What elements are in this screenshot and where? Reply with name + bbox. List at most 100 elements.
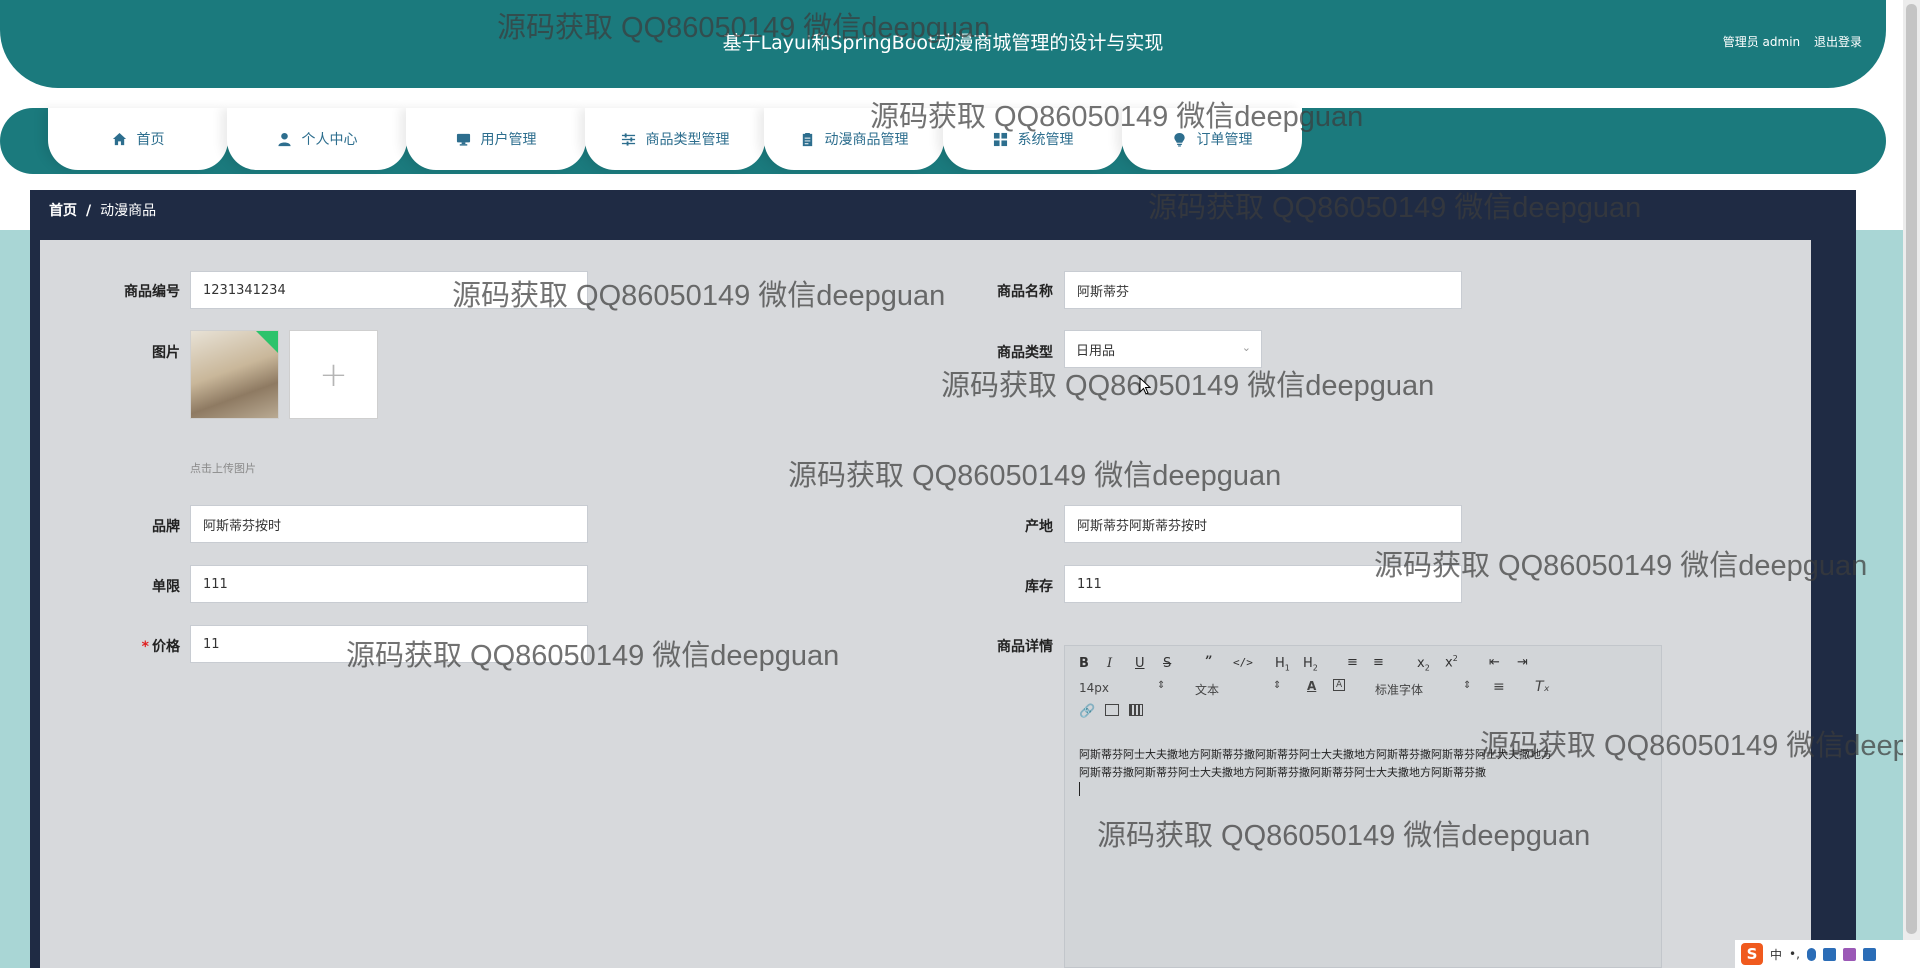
app-title: 基于Layui和SpringBoot动漫商城管理的设计与实现	[722, 32, 1164, 54]
upload-hint: 点击上传图片	[190, 462, 256, 475]
user-area: 管理员 admin 退出登录	[1713, 33, 1862, 50]
nav-item-category[interactable]: 商品类型管理	[585, 108, 765, 170]
skin-icon[interactable]	[1842, 947, 1856, 961]
nav-item-label: 首页	[136, 132, 165, 148]
font-family-select[interactable]: 标准字体	[1375, 681, 1423, 698]
bold-icon[interactable]: B	[1079, 656, 1089, 671]
limit-label: 单限	[152, 579, 180, 595]
origin-input[interactable]: 阿斯蒂芬阿斯蒂芬按时	[1064, 505, 1462, 543]
lightbulb-icon	[1173, 132, 1185, 147]
brand-input[interactable]: 阿斯蒂芬按时	[190, 505, 588, 543]
editor-line: 阿斯蒂芬撒阿斯蒂芬阿士大夫撒地方阿斯蒂芬撒阿斯蒂芬阿士大夫撒地方阿斯蒂芬撒	[1079, 766, 1486, 779]
stock-input[interactable]: 111	[1064, 565, 1462, 603]
grid-icon	[993, 132, 1007, 146]
monitor-icon	[456, 133, 470, 146]
price-label: 价格	[152, 639, 180, 655]
chevron-down-icon: ⌄	[1241, 341, 1251, 354]
ime-toolbar: S 中 •,	[1735, 940, 1920, 968]
align-icon[interactable]: ≡	[1493, 679, 1505, 695]
origin-label: 产地	[1025, 519, 1053, 535]
superscript-icon[interactable]: x2	[1445, 654, 1458, 670]
nav-item-home[interactable]: 首页	[48, 108, 228, 170]
indent-icon[interactable]: ⇥	[1517, 655, 1528, 670]
price-input[interactable]: 11	[190, 625, 588, 663]
ime-punct[interactable]: •,	[1789, 947, 1800, 961]
underline-icon[interactable]: U	[1135, 656, 1145, 671]
editor-line: 阿斯蒂芬阿士大夫撒地方阿斯蒂芬撒阿斯蒂芬阿士大夫撒地方阿斯蒂芬撒阿斯蒂芬阿士大夫…	[1079, 748, 1552, 761]
stock-label: 库存	[1025, 579, 1053, 595]
breadcrumb-home[interactable]: 首页	[49, 203, 77, 219]
nav-item-label: 订单管理	[1196, 132, 1253, 148]
sogou-logo-icon[interactable]: S	[1741, 943, 1763, 965]
clipboard-icon	[802, 132, 812, 146]
name-input[interactable]: 阿斯蒂芬	[1064, 271, 1462, 309]
top-header: 基于Layui和SpringBoot动漫商城管理的设计与实现 管理员 admin…	[0, 0, 1886, 88]
code-block-icon[interactable]: </>	[1233, 656, 1253, 669]
code-label: 商品编号	[124, 284, 180, 300]
nav-item-label: 系统管理	[1017, 132, 1074, 148]
required-mark: *	[141, 639, 149, 655]
type-select[interactable]: 日用品 ⌄	[1064, 330, 1262, 368]
highlight-color-icon[interactable]: A	[1333, 679, 1346, 691]
detail-label: 商品详情	[997, 639, 1053, 655]
home-icon	[112, 132, 126, 145]
nav-items: 首页 个人中心 用户管理 商品类型管理 动漫商品管理 系统管理 订单管理	[48, 108, 1302, 170]
nav-item-system[interactable]: 系统管理	[943, 108, 1123, 170]
editor-content[interactable]: 阿斯蒂芬阿士大夫撒地方阿斯蒂芬撒阿斯蒂芬阿士大夫撒地方阿斯蒂芬撒阿斯蒂芬阿士大夫…	[1079, 746, 1659, 802]
keyboard-icon[interactable]	[1822, 947, 1836, 961]
outdent-icon[interactable]: ⇤	[1489, 655, 1500, 670]
logout-link[interactable]: 退出登录	[1814, 35, 1862, 49]
code-input[interactable]: 1231341234	[190, 271, 588, 309]
rich-text-editor[interactable]: B I U S ” </> H1 H2 ≡ ≡ x2 x2 ⇤ ⇥ 14px ⇕…	[1064, 645, 1662, 968]
video-icon[interactable]	[1129, 704, 1143, 716]
toolbox-icon[interactable]	[1862, 947, 1876, 961]
image-icon[interactable]	[1105, 704, 1119, 716]
scroll-thumb[interactable]	[1906, 4, 1917, 934]
nav-item-label: 动漫商品管理	[824, 132, 909, 148]
updown-icon: ⇕	[1273, 680, 1282, 691]
nav-item-orders[interactable]: 订单管理	[1122, 108, 1302, 170]
breadcrumb-current: 动漫商品	[100, 203, 157, 219]
heading1-icon[interactable]: H1	[1275, 656, 1290, 673]
nav-item-label: 商品类型管理	[645, 132, 730, 148]
clear-format-icon[interactable]: Tₓ	[1535, 679, 1550, 695]
sliders-icon	[621, 132, 635, 146]
vertical-scrollbar[interactable]	[1903, 0, 1920, 968]
delete-corner-icon[interactable]	[256, 331, 278, 353]
user-label: 管理员 admin	[1722, 35, 1801, 49]
ordered-list-icon[interactable]: ≡	[1347, 655, 1358, 670]
nav-item-profile[interactable]: 个人中心	[227, 108, 407, 170]
type-select-value: 日用品	[1076, 343, 1116, 359]
blockquote-icon[interactable]: ”	[1205, 654, 1212, 669]
text-type-select[interactable]: 文本	[1195, 681, 1219, 698]
updown-icon: ⇕	[1157, 680, 1166, 691]
font-size-select[interactable]: 14px	[1079, 681, 1109, 695]
bullet-list-icon[interactable]: ≡	[1373, 655, 1384, 670]
text-color-icon[interactable]: A	[1307, 679, 1316, 693]
editor-caret-line	[1079, 782, 1659, 802]
subscript-icon[interactable]: x2	[1417, 656, 1430, 673]
strikethrough-icon[interactable]: S	[1163, 656, 1171, 671]
breadcrumb: 首页 / 动漫商品	[49, 200, 156, 220]
heading2-icon[interactable]: H2	[1303, 656, 1318, 673]
mic-icon[interactable]	[1806, 947, 1816, 961]
italic-icon[interactable]: I	[1107, 656, 1112, 671]
uploaded-image[interactable]	[190, 330, 279, 419]
add-image-button[interactable]: +	[289, 330, 378, 419]
nav-bar: 首页 个人中心 用户管理 商品类型管理 动漫商品管理 系统管理 订单管理	[0, 108, 1886, 174]
price-label-group: * 价格	[50, 636, 180, 656]
nav-item-products[interactable]: 动漫商品管理	[764, 108, 944, 170]
mouse-cursor-icon	[1139, 377, 1151, 395]
breadcrumb-separator: /	[86, 203, 92, 219]
text-caret	[1079, 782, 1080, 796]
editor-toolbar: B I U S ” </> H1 H2 ≡ ≡ x2 x2 ⇤ ⇥ 14px ⇕…	[1065, 646, 1661, 732]
updown-icon: ⇕	[1463, 680, 1472, 691]
type-label: 商品类型	[997, 345, 1053, 361]
nav-item-label: 用户管理	[480, 132, 537, 148]
image-label: 图片	[152, 345, 180, 361]
limit-input[interactable]: 111	[190, 565, 588, 603]
nav-item-users[interactable]: 用户管理	[406, 108, 586, 170]
nav-item-label: 个人中心	[301, 132, 358, 148]
ime-lang[interactable]: 中	[1770, 946, 1782, 963]
link-icon[interactable]: 🔗	[1079, 704, 1095, 719]
